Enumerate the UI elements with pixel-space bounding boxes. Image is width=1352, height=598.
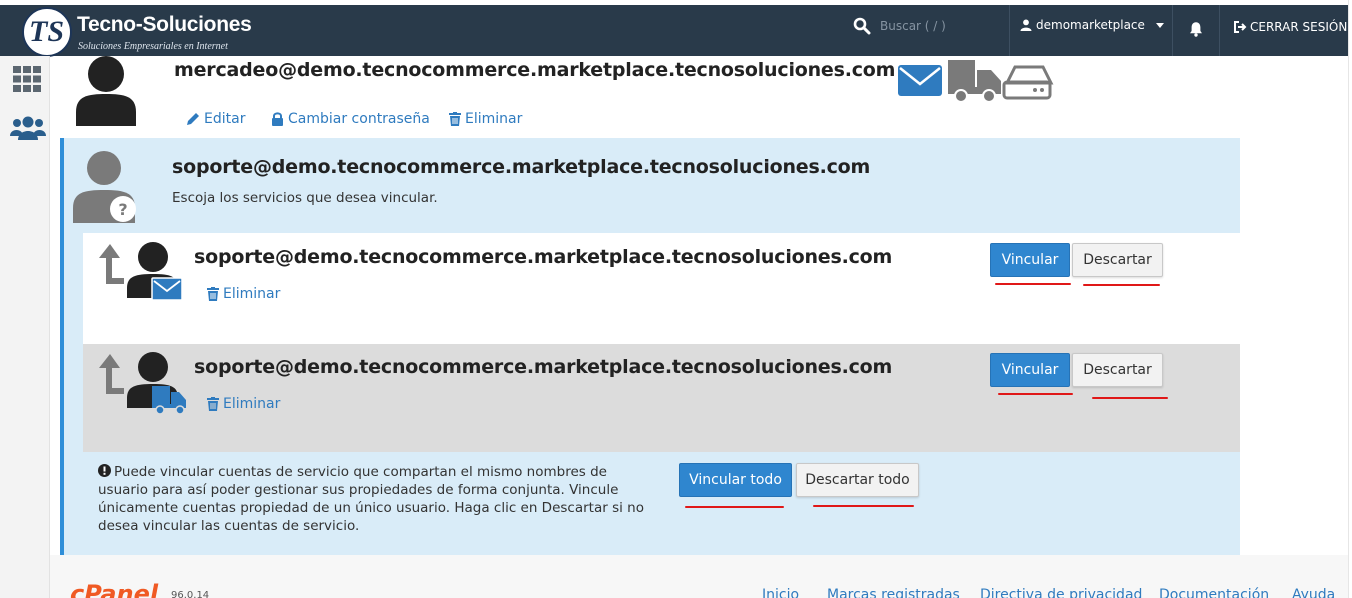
svg-text:?: ? [118,200,127,219]
annotation-underline [998,393,1073,395]
logout-label: CERRAR SESIÓN [1250,20,1348,34]
truck-icon [948,60,1001,103]
link-button[interactable]: Vincular [990,353,1070,387]
delete-link[interactable]: Eliminar [449,111,522,127]
search-box[interactable]: Buscar ( / ) [853,15,946,37]
dismiss-button[interactable]: Descartar [1072,243,1163,277]
edit-link[interactable]: Editar [186,111,245,127]
delete-service-link[interactable]: Eliminar [207,396,280,412]
annotation-underline [995,283,1071,285]
brand-name: Tecno-Soluciones [77,13,252,36]
trash-icon [449,112,461,126]
unknown-user-avatar-icon: ? [73,151,136,223]
users-icon[interactable] [10,116,46,142]
left-sidebar [0,56,50,598]
logo-letters: TS [29,15,65,48]
service-account-email: soporte@demo.tecnocommerce.marketplace.t… [194,356,893,378]
lock-icon [272,112,283,126]
delete-label: Eliminar [223,286,281,302]
username-label: demomarketplace [1036,18,1145,32]
email-icon [898,65,942,96]
header-divider [1172,5,1173,56]
annotation-underline [813,505,914,507]
account-email: mercadeo@demo.tecnocommerce.marketplace.… [174,59,896,81]
service-account-email: soporte@demo.tecnocommerce.marketplace.t… [194,246,893,268]
user-avatar-icon [76,56,136,126]
change-password-link[interactable]: Cambiar contraseña [271,111,430,127]
exclamation-circle-icon [98,464,111,477]
brand-logo[interactable]: TS Tecno-Soluciones Soluciones Empresari… [22,7,262,57]
pending-account-email: soporte@demo.tecnocommerce.marketplace.t… [172,156,871,178]
annotation-underline [1092,397,1168,399]
pencil-icon [187,113,199,125]
trash-icon [207,287,219,301]
dismiss-button[interactable]: Descartar [1072,353,1163,387]
change-password-label: Cambiar contraseña [288,111,430,127]
right-gutter [1240,56,1352,598]
grid-icon[interactable] [13,66,41,92]
header-divider [1009,5,1010,56]
chevron-down-icon [1155,22,1164,28]
footer-link-privacy[interactable]: Directiva de privacidad [980,587,1142,598]
trash-icon [207,397,219,411]
hard-drive-icon [1002,65,1054,100]
dismiss-all-button[interactable]: Descartar todo [796,463,919,497]
search-input[interactable]: Buscar ( / ) [880,19,946,33]
cpanel-logo[interactable]: cPanel [70,580,158,598]
annotation-underline [685,506,784,508]
user-menu[interactable]: demomarketplace [1020,18,1164,32]
arrow-up-icon [99,244,124,284]
footer-link-help[interactable]: Ayuda [1292,587,1335,598]
link-shipping-service-icon [99,352,186,415]
logout-button[interactable]: CERRAR SESIÓN [1233,20,1347,34]
search-icon [853,17,871,35]
annotation-underline [1083,284,1160,286]
logout-icon [1234,21,1247,33]
arrow-up-icon [99,354,124,394]
logo-badge: TS [22,7,72,57]
link-button[interactable]: Vincular [990,243,1070,277]
footer-link-home[interactable]: Inicio [762,587,799,598]
scrollbar-track[interactable] [1348,0,1352,598]
version-label: 96.0.14 [171,590,210,598]
link-email-service-icon [99,242,183,301]
footer-link-docs[interactable]: Documentación [1159,587,1269,598]
delete-service-link[interactable]: Eliminar [207,286,280,302]
footer-link-trademarks[interactable]: Marcas registradas [827,587,960,598]
delete-label: Eliminar [465,111,523,127]
link-all-button[interactable]: Vincular todo [679,463,792,497]
info-note: Puede vincular cuentas de servicio que c… [98,463,658,535]
footer [50,555,1348,598]
bell-icon[interactable] [1188,21,1204,37]
instruction-text: Escoja los servicios que desea vincular. [172,190,438,206]
user-icon [1020,19,1032,31]
info-note-text: Puede vincular cuentas de servicio que c… [98,464,644,534]
service-icons [898,60,1054,103]
edit-label: Editar [204,111,246,127]
header-divider [1219,5,1220,56]
brand-tagline: Soluciones Empresariales en Internet [78,41,228,52]
delete-label: Eliminar [223,396,281,412]
